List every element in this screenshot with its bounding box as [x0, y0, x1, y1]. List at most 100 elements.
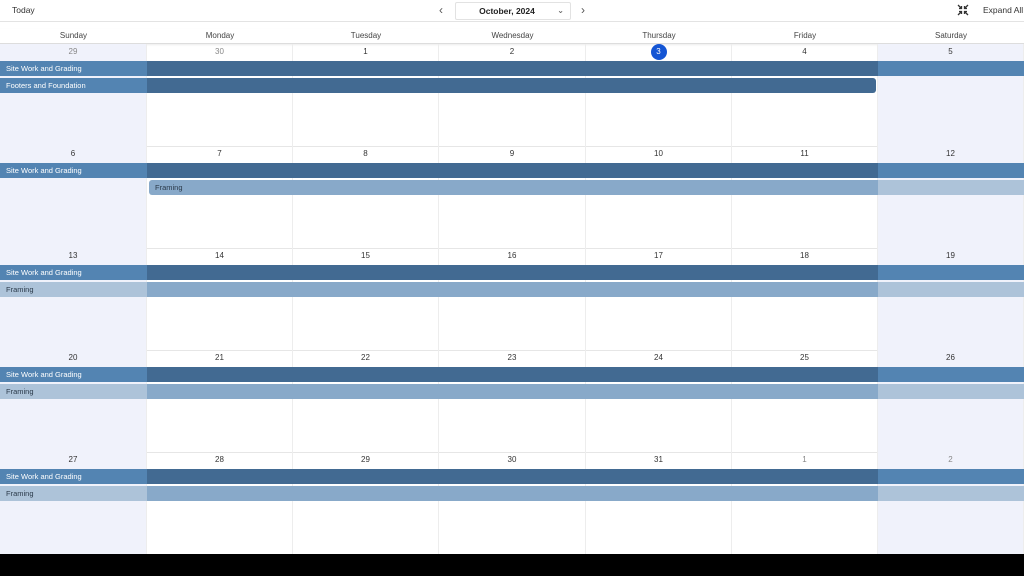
day-cell[interactable]: 4	[732, 44, 878, 146]
date-number[interactable]: 8	[293, 149, 438, 159]
date-number[interactable]: 12	[878, 149, 1023, 159]
event-title: Site Work and Grading	[6, 166, 82, 175]
day-cell[interactable]: 1	[732, 452, 878, 554]
day-cell[interactable]: 3	[586, 44, 732, 146]
date-number[interactable]: 9	[439, 149, 585, 159]
chevron-right-icon[interactable]: ›	[576, 3, 590, 17]
day-cell[interactable]: 6	[0, 146, 147, 248]
event-site[interactable]: Site Work and Grading	[0, 265, 1024, 280]
date-number[interactable]: 23	[439, 353, 585, 363]
event-title: Footers and Foundation	[6, 81, 86, 90]
date-number[interactable]: 1	[293, 47, 438, 57]
date-number[interactable]: 20	[0, 353, 146, 363]
expand-all-button[interactable]: Expand All	[983, 3, 1023, 18]
event-site[interactable]: Site Work and Grading	[0, 469, 1024, 484]
day-cell[interactable]: 11	[732, 146, 878, 248]
event-segment	[293, 367, 439, 382]
event-segment	[878, 265, 1024, 280]
day-cell[interactable]: 23	[439, 350, 586, 452]
event-site[interactable]: Site Work and Grading	[0, 367, 1024, 382]
date-number[interactable]: 5	[878, 47, 1023, 57]
day-cell[interactable]: 30	[439, 452, 586, 554]
event-segment	[147, 163, 293, 178]
event-framing[interactable]: Framing	[0, 486, 1024, 501]
weekday-sunday: Sunday	[59, 31, 88, 40]
day-cell[interactable]: 30	[147, 44, 293, 146]
date-number[interactable]: 6	[0, 149, 146, 159]
day-cell[interactable]: 18	[732, 248, 878, 350]
date-number[interactable]: 18	[732, 251, 877, 261]
event-framing[interactable]: Framing	[149, 180, 1024, 195]
event-framing[interactable]: Framing	[0, 282, 1024, 297]
event-site[interactable]: Site Work and Grading	[0, 163, 1024, 178]
date-number[interactable]: 24	[586, 353, 731, 363]
day-cell[interactable]: 29	[293, 452, 439, 554]
date-number[interactable]: 4	[732, 47, 877, 57]
event-segment	[878, 180, 1024, 195]
date-number[interactable]: 15	[293, 251, 438, 261]
week-row: 29 30 1 2 3 4 5 Site Work and Grading Footers an…	[0, 44, 1024, 147]
day-cell[interactable]: 27	[0, 452, 147, 554]
day-cell[interactable]: 8	[293, 146, 439, 248]
date-number[interactable]: 11	[732, 149, 877, 159]
date-number[interactable]: 2	[878, 455, 1023, 465]
date-number[interactable]: 13	[0, 251, 146, 261]
event-footers[interactable]: Footers and Foundation	[0, 78, 876, 93]
event-framing[interactable]: Framing	[0, 384, 1024, 399]
day-cell[interactable]: 12	[878, 146, 1024, 248]
event-segment	[586, 163, 732, 178]
day-cell[interactable]: 16	[439, 248, 586, 350]
day-cell[interactable]: 9	[439, 146, 586, 248]
month-select[interactable]: October, 2024 ⌄	[455, 2, 571, 20]
day-cell[interactable]: 21	[147, 350, 293, 452]
day-cell[interactable]: 13	[0, 248, 147, 350]
day-cell[interactable]: 15	[293, 248, 439, 350]
day-cell[interactable]: 2	[439, 44, 586, 146]
day-cell[interactable]: 14	[147, 248, 293, 350]
event-site[interactable]: Site Work and Grading	[0, 61, 1024, 76]
date-number[interactable]: 22	[293, 353, 438, 363]
date-number[interactable]: 2	[439, 47, 585, 57]
collapse-arrows-icon[interactable]	[957, 4, 969, 16]
week-row: 6 7 8 9 10 11 12 Site Work and Grading Framing	[0, 146, 1024, 249]
date-number[interactable]: 10	[586, 149, 731, 159]
day-cell[interactable]: 19	[878, 248, 1024, 350]
day-cell[interactable]: 2	[878, 452, 1024, 554]
date-number[interactable]: 14	[147, 251, 292, 261]
date-number[interactable]: 16	[439, 251, 585, 261]
day-cell[interactable]: 1	[293, 44, 439, 146]
date-number[interactable]: 21	[147, 353, 292, 363]
event-segment	[586, 367, 732, 382]
day-cell[interactable]: 25	[732, 350, 878, 452]
day-cell[interactable]: 29	[0, 44, 147, 146]
date-number[interactable]: 25	[732, 353, 877, 363]
date-number[interactable]: 30	[439, 455, 585, 465]
date-number[interactable]: 28	[147, 455, 292, 465]
date-number[interactable]: 7	[147, 149, 292, 159]
event-segment	[147, 469, 293, 484]
day-cell[interactable]: 31	[586, 452, 732, 554]
day-cell[interactable]: 28	[147, 452, 293, 554]
date-number[interactable]: 19	[878, 251, 1023, 261]
date-number[interactable]: 26	[878, 353, 1023, 363]
day-cell[interactable]: 5	[878, 44, 1024, 146]
today-button[interactable]: Today	[6, 3, 41, 18]
date-number[interactable]: 1	[732, 455, 877, 465]
event-segment	[732, 265, 878, 280]
day-cell[interactable]: 10	[586, 146, 732, 248]
date-number[interactable]: 17	[586, 251, 731, 261]
day-cell[interactable]: 26	[878, 350, 1024, 452]
date-number[interactable]: 29	[0, 47, 146, 57]
day-cell[interactable]: 7	[147, 146, 293, 248]
date-number[interactable]: 30	[147, 47, 292, 57]
event-segment	[439, 180, 586, 195]
date-number[interactable]: 31	[586, 455, 731, 465]
date-number[interactable]: 27	[0, 455, 146, 465]
day-cell[interactable]: 24	[586, 350, 732, 452]
day-cell[interactable]: 22	[293, 350, 439, 452]
chevron-left-icon[interactable]: ‹	[434, 3, 448, 17]
day-cell[interactable]: 20	[0, 350, 147, 452]
today-date-number[interactable]: 3	[586, 44, 731, 60]
date-number[interactable]: 29	[293, 455, 438, 465]
day-cell[interactable]: 17	[586, 248, 732, 350]
